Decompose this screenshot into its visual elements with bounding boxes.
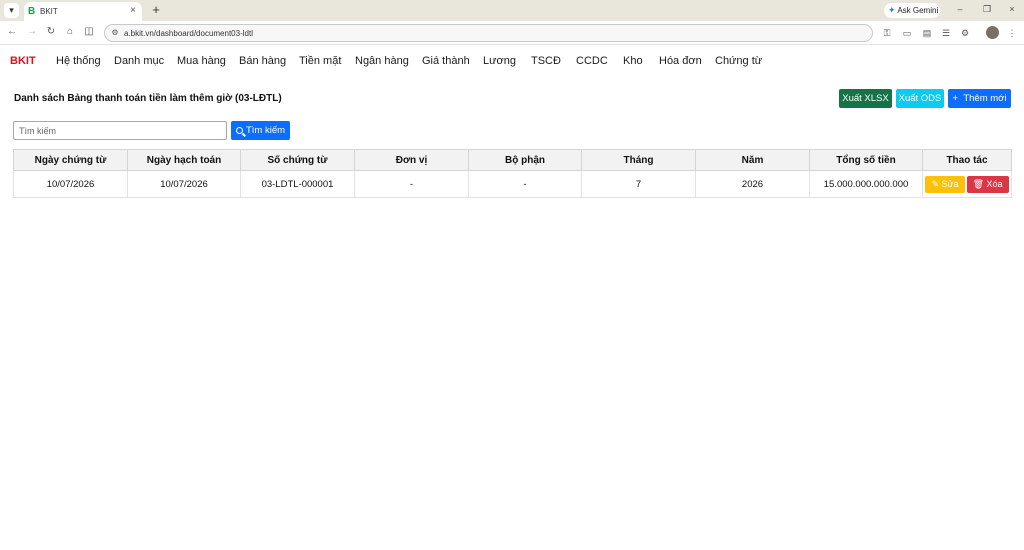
column-header[interactable]: Số chứng từ xyxy=(240,149,355,171)
home-icon[interactable]: ⌂ xyxy=(64,26,76,38)
trash-icon: 🗑 xyxy=(972,178,984,189)
cell-so-chung-tu: 03-LDTL-000001 xyxy=(240,170,355,198)
search-button[interactable]: Tìm kiếm xyxy=(231,121,290,140)
extensions-icon[interactable]: ⚙ xyxy=(959,27,971,39)
column-header[interactable]: Ngày hạch toán xyxy=(127,149,241,171)
ask-gemini-label: Ask Gemini xyxy=(897,6,939,15)
column-header[interactable]: Ngày chứng từ xyxy=(13,149,128,171)
tab-close-icon[interactable]: × xyxy=(130,5,136,17)
side-panel-icon[interactable]: ◫ xyxy=(83,26,95,38)
search-icon xyxy=(235,127,243,134)
column-header: Thao tác xyxy=(922,149,1012,171)
restore-icon[interactable]: ❐ xyxy=(977,4,997,15)
favicon-icon: B xyxy=(28,6,36,17)
tab-list-chevron-icon[interactable]: ▾ xyxy=(4,3,19,18)
column-header[interactable]: Đơn vị xyxy=(354,149,469,171)
cell-don-vi: - xyxy=(354,170,469,198)
cell-ngay-hach-toan: 10/07/2026 xyxy=(127,170,241,198)
brand-logo[interactable]: BKIT xyxy=(10,55,36,67)
nav-luong[interactable]: Lương xyxy=(483,55,516,67)
table-header-row: Ngày chứng từ Ngày hạch toán Số chứng từ… xyxy=(13,149,1012,171)
nav-chung-tu[interactable]: Chứng từ xyxy=(715,55,762,67)
browser-toolbar: ← → ↻ ⌂ ◫ ⚙ a.bkit.vn/dashboard/document… xyxy=(0,21,1024,45)
edit-label: Sửa xyxy=(941,178,959,189)
nav-ban-hang[interactable]: Bán hàng xyxy=(239,55,286,67)
search-button-label: Tìm kiếm xyxy=(245,125,286,136)
cell-actions: ✎ Sửa 🗑 Xóa xyxy=(922,170,1012,198)
column-header[interactable]: Bộ phận xyxy=(468,149,582,171)
address-url: a.bkit.vn/dashboard/document03-ldtl xyxy=(124,29,253,38)
window-close-icon[interactable]: × xyxy=(1002,4,1022,14)
tab-title: BKIT xyxy=(40,7,58,16)
password-key-icon[interactable]: ⚿ xyxy=(881,27,893,39)
reading-mode-icon[interactable]: ▤ xyxy=(921,27,933,39)
browser-tab[interactable]: B BKIT × xyxy=(24,2,142,21)
nav-hoa-don[interactable]: Hóa đơn xyxy=(659,55,702,67)
app-navbar: BKIT Hệ thống Danh mục Mua hàng Bán hàng… xyxy=(0,46,1024,76)
column-header[interactable]: Năm xyxy=(695,149,810,171)
nav-ccdc[interactable]: CCDC xyxy=(576,55,608,67)
cell-nam: 2026 xyxy=(695,170,810,198)
profile-avatar[interactable] xyxy=(986,26,999,39)
cell-thang: 7 xyxy=(581,170,696,198)
add-new-button[interactable]: + Thêm mới xyxy=(948,89,1011,108)
ask-gemini-button[interactable]: ✦ Ask Gemini xyxy=(884,3,940,18)
edit-button[interactable]: ✎ Sửa xyxy=(925,175,965,193)
browser-tabstrip: ▾ B BKIT × + ✦ Ask Gemini – ❐ × xyxy=(0,0,1024,21)
column-header[interactable]: Tổng số tiền xyxy=(809,149,923,171)
nav-mua-hang[interactable]: Mua hàng xyxy=(177,55,226,67)
export-ods-button[interactable]: Xuất ODS xyxy=(896,89,944,108)
payment-card-icon[interactable]: ▭ xyxy=(901,27,913,39)
nav-ngan-hang[interactable]: Ngân hàng xyxy=(355,55,409,67)
forward-arrow-icon[interactable]: → xyxy=(26,26,38,38)
table-row[interactable]: 10/07/2026 10/07/2026 03-LDTL-000001 - -… xyxy=(13,170,1012,198)
nav-kho[interactable]: Kho xyxy=(623,55,643,67)
delete-button[interactable]: 🗑 Xóa xyxy=(966,175,1009,193)
bookmark-list-icon[interactable]: ☰ xyxy=(940,27,952,39)
back-arrow-icon[interactable]: ← xyxy=(6,26,18,38)
search-input[interactable] xyxy=(13,121,227,140)
nav-tscd[interactable]: TSCĐ xyxy=(531,55,561,67)
cell-ngay-chung-tu: 10/07/2026 xyxy=(13,170,128,198)
new-tab-icon[interactable]: + xyxy=(150,3,162,17)
cell-tong-so-tien: 15.000.000.000.000 xyxy=(809,170,923,198)
pencil-icon: ✎ xyxy=(931,178,939,189)
export-xlsx-button[interactable]: Xuất XLSX xyxy=(839,89,892,108)
nav-tien-mat[interactable]: Tiền mặt xyxy=(299,55,341,67)
address-bar[interactable]: ⚙ a.bkit.vn/dashboard/document03-ldtl xyxy=(104,24,873,42)
minimize-icon[interactable]: – xyxy=(950,4,970,14)
nav-danh-muc[interactable]: Danh mục xyxy=(114,55,164,67)
cell-bo-phan: - xyxy=(468,170,582,198)
reload-icon[interactable]: ↻ xyxy=(45,26,57,38)
gemini-spark-icon: ✦ xyxy=(888,5,896,15)
column-header[interactable]: Tháng xyxy=(581,149,696,171)
browser-menu-icon[interactable]: ⋮ xyxy=(1006,27,1018,39)
plus-icon: + xyxy=(952,93,959,104)
page-title: Danh sách Bảng thanh toán tiền làm thêm … xyxy=(14,93,282,104)
documents-table: Ngày chứng từ Ngày hạch toán Số chứng từ… xyxy=(13,149,1012,198)
site-info-icon[interactable]: ⚙ xyxy=(110,28,120,38)
nav-he-thong[interactable]: Hệ thống xyxy=(56,55,101,67)
delete-label: Xóa xyxy=(986,178,1003,189)
add-new-label: Thêm mới xyxy=(963,93,1007,104)
nav-gia-thanh[interactable]: Giá thành xyxy=(422,55,470,67)
